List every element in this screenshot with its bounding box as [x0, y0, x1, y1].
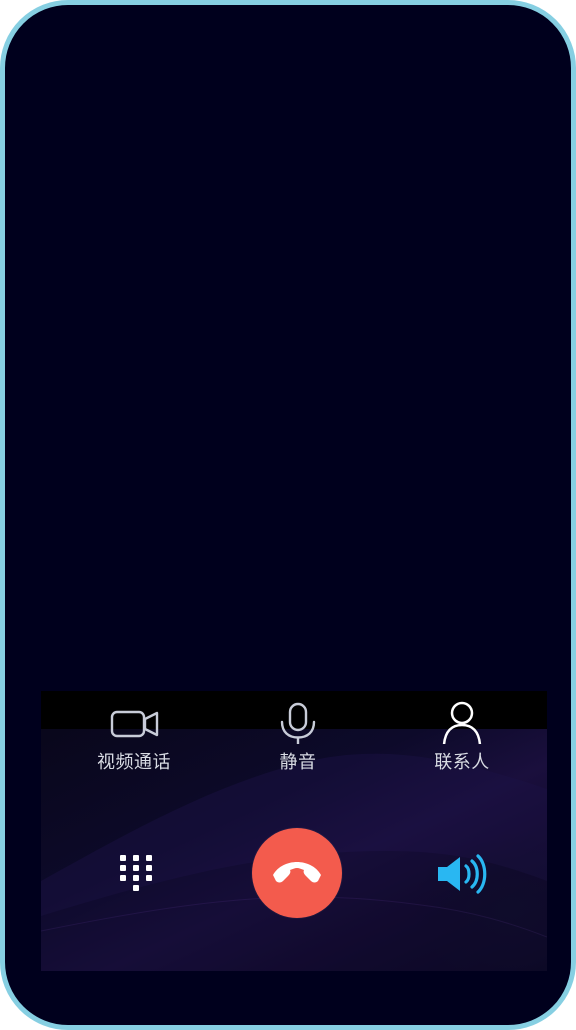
- video-call-button[interactable]: 视频通话: [79, 699, 189, 779]
- dialpad-button[interactable]: [115, 851, 157, 903]
- call-controls-panel: 视频通话 静音 联系人: [41, 691, 547, 971]
- contact-icon: [407, 699, 517, 747]
- phone-frame: 视频通话 静音 联系人: [0, 0, 576, 1030]
- microphone-icon: [243, 699, 353, 746]
- mute-button[interactable]: 静音: [243, 699, 353, 779]
- speaker-icon: [438, 854, 487, 894]
- video-camera-icon: [79, 699, 189, 744]
- contacts-button[interactable]: 联系人: [407, 699, 517, 779]
- end-call-button[interactable]: [252, 828, 342, 918]
- dialpad-icon: [120, 855, 152, 891]
- end-call-icon: [273, 862, 321, 883]
- video-call-label: 视频通话: [97, 752, 171, 773]
- contacts-label: 联系人: [434, 752, 490, 773]
- mute-label: 静音: [279, 752, 317, 773]
- speaker-button[interactable]: [433, 848, 489, 900]
